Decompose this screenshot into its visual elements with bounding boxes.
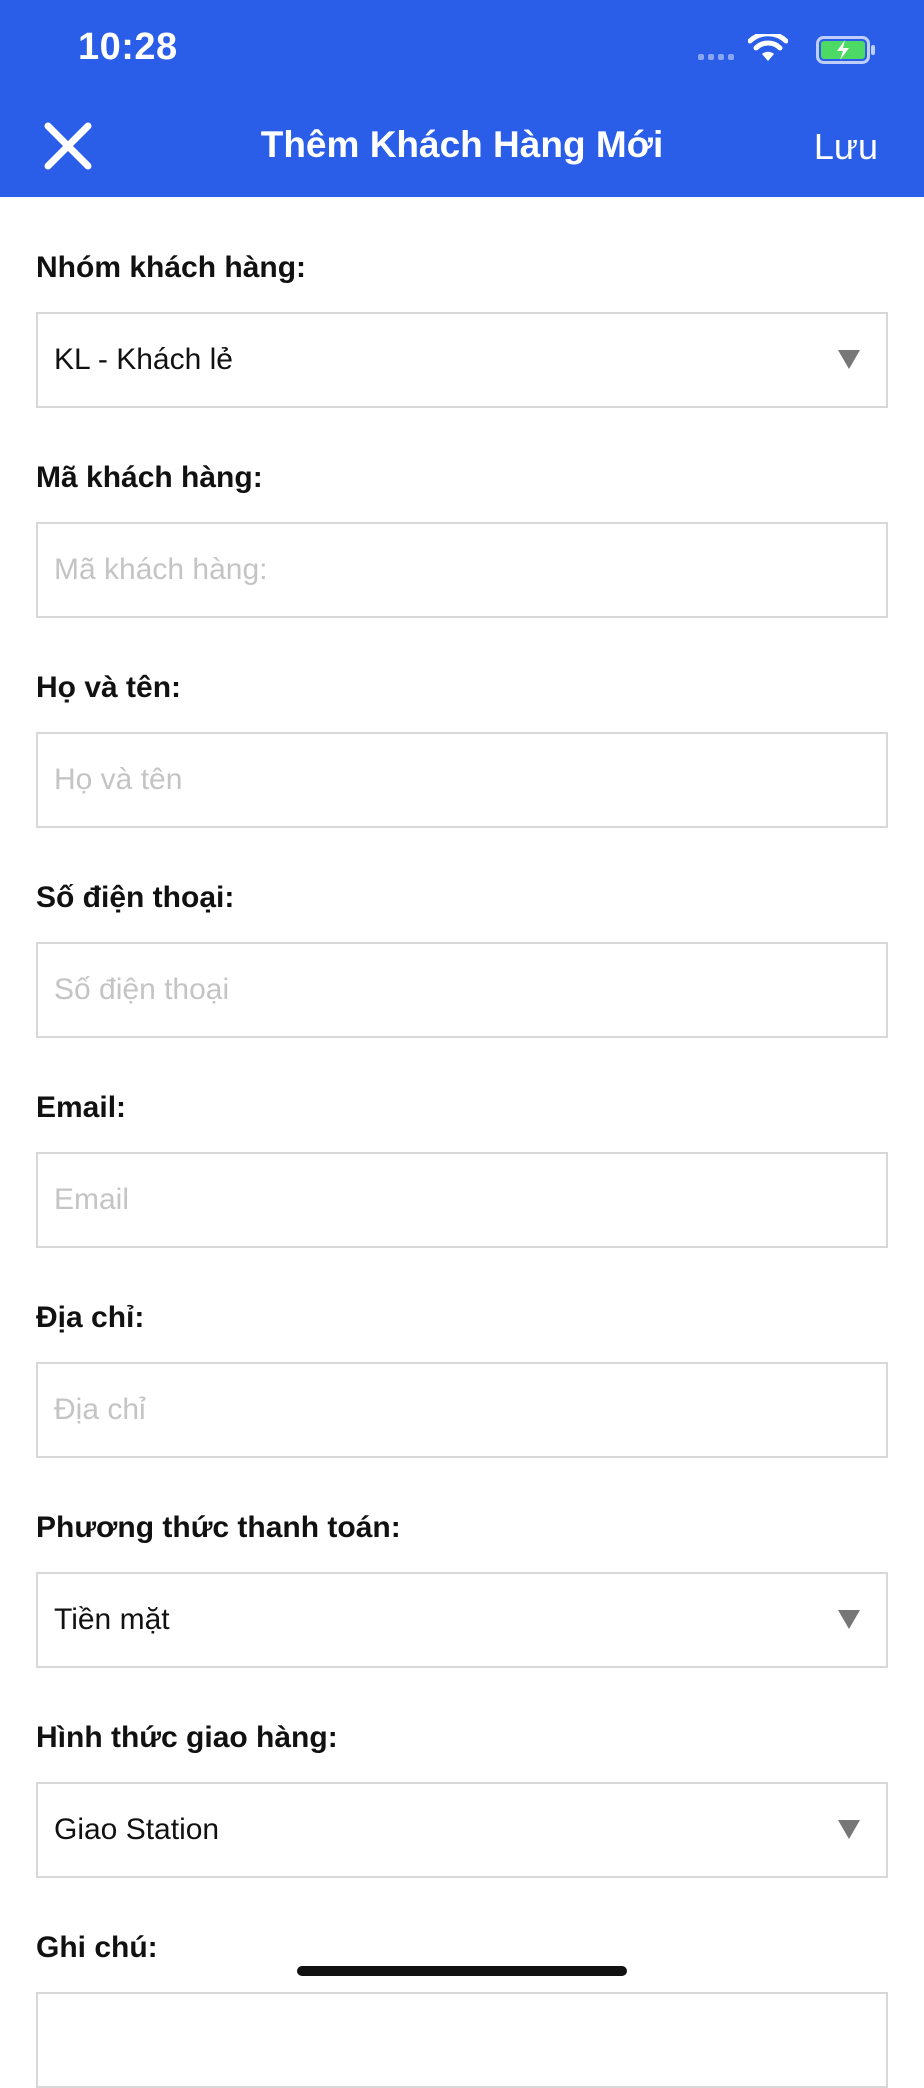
address-input[interactable]: [38, 1364, 886, 1456]
dropdown-arrow-icon: [838, 350, 860, 369]
note-label: Ghi chú:: [36, 1931, 158, 1964]
navigation-bar: 10:28 Thêm Khách Hàng Mới Lưu: [0, 0, 924, 197]
cellular-signal-icon: [698, 54, 734, 60]
delivery-method-select[interactable]: Giao Station: [36, 1782, 888, 1878]
payment-method-field: Phương thức thanh toán: Tiền mặt: [36, 1510, 888, 1668]
customer-group-label: Nhóm khách hàng:: [36, 251, 307, 284]
payment-method-value: Tiền mặt: [54, 1603, 170, 1636]
customer-code-box: [36, 522, 888, 618]
customer-code-input[interactable]: [38, 524, 886, 616]
full-name-field: Họ và tên:: [36, 670, 888, 828]
note-field: Ghi chú:: [36, 1930, 888, 2088]
save-button[interactable]: Lưu: [814, 126, 878, 168]
phone-input[interactable]: [38, 944, 886, 1036]
email-field: Email:: [36, 1090, 888, 1248]
note-box[interactable]: [36, 1992, 888, 2088]
phone-label: Số điện thoại:: [36, 881, 235, 914]
customer-group-field: Nhóm khách hàng: KL - Khách lẻ: [36, 250, 888, 408]
address-label: Địa chỉ:: [36, 1301, 145, 1334]
full-name-input[interactable]: [38, 734, 886, 826]
wifi-icon: [748, 34, 788, 61]
phone-box: [36, 942, 888, 1038]
status-time: 10:28: [78, 26, 178, 68]
battery-charging-icon: [816, 36, 875, 64]
delivery-method-field: Hình thức giao hàng: Giao Station: [36, 1720, 888, 1878]
customer-group-value: KL - Khách lẻ: [54, 343, 233, 376]
page-title: Thêm Khách Hàng Mới: [260, 124, 664, 165]
email-box: [36, 1152, 888, 1248]
payment-method-select[interactable]: Tiền mặt: [36, 1572, 888, 1668]
home-indicator[interactable]: [297, 1966, 627, 1976]
customer-code-label: Mã khách hàng:: [36, 461, 263, 494]
status-indicators: [676, 34, 876, 68]
email-input[interactable]: [38, 1154, 886, 1246]
payment-method-label: Phương thức thanh toán:: [36, 1511, 401, 1544]
delivery-method-value: Giao Station: [54, 1813, 220, 1846]
dropdown-arrow-icon: [838, 1610, 860, 1629]
dropdown-arrow-icon: [838, 1820, 860, 1839]
address-box: [36, 1362, 888, 1458]
customer-form: Nhóm khách hàng: KL - Khách lẻ Mã khách …: [36, 197, 888, 2088]
address-field: Địa chỉ:: [36, 1300, 888, 1458]
full-name-label: Họ và tên:: [36, 671, 182, 704]
full-name-box: [36, 732, 888, 828]
customer-code-field: Mã khách hàng:: [36, 460, 888, 618]
phone-field: Số điện thoại:: [36, 880, 888, 1038]
email-label: Email:: [36, 1091, 127, 1124]
customer-group-select[interactable]: KL - Khách lẻ: [36, 312, 888, 408]
delivery-method-label: Hình thức giao hàng:: [36, 1721, 338, 1754]
